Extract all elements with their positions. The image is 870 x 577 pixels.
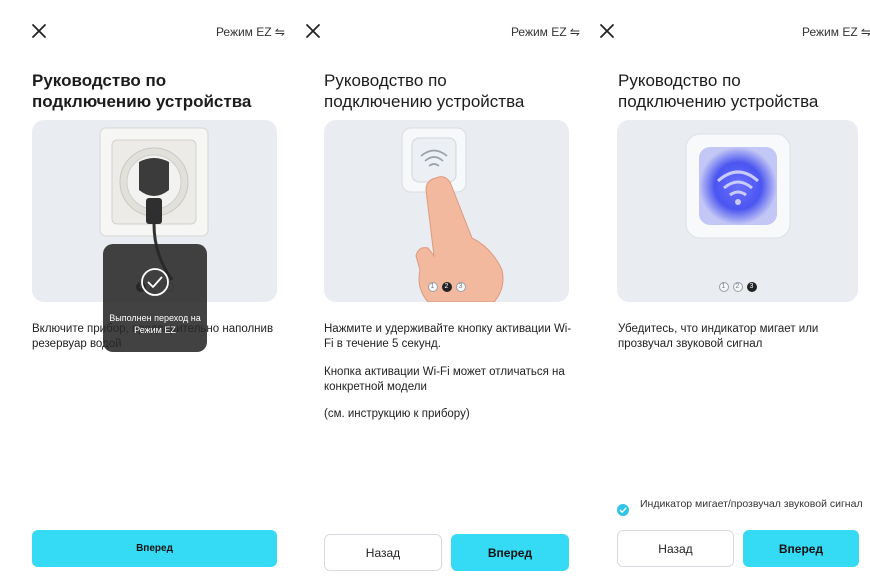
- wifi-button-illustration: 1 2 3: [324, 120, 569, 302]
- page-dot-2: 2: [732, 282, 743, 292]
- toast-message: Выполнен переход на Режим EZ: [109, 313, 201, 335]
- ez-mode-toggle[interactable]: Режим EZ ⇋: [802, 25, 870, 39]
- indicator-checkbox[interactable]: [617, 504, 629, 516]
- checkmark-circle-icon: [141, 268, 169, 296]
- model-note: Кнопка активации Wi-Fi может отличаться …: [324, 366, 565, 393]
- wifi-indicator-illustration: 1 2 3: [617, 120, 858, 302]
- pagination-dots: 1 2 3: [324, 282, 569, 292]
- guide-screen-step-1: Режим EZ ⇋ Руководство по подключению ус…: [0, 0, 292, 577]
- page-dot-1: 1: [427, 282, 438, 292]
- next-button[interactable]: Вперед: [743, 530, 859, 567]
- page-dot-2: 2: [441, 282, 452, 292]
- indicator-checkbox-label[interactable]: Индикатор мигает/прозвучал звуковой сигн…: [640, 498, 865, 510]
- back-button[interactable]: Назад: [617, 530, 734, 567]
- pagination-dots: 1 2 3: [617, 282, 858, 292]
- page-dot-3: 3: [455, 282, 466, 292]
- next-button[interactable]: Вперед: [32, 530, 277, 567]
- page-dot-1: 1: [718, 282, 729, 292]
- ez-mode-toast: Выполнен переход на Режим EZ: [103, 244, 207, 352]
- page-title: Руководство по подключению устройства: [32, 71, 252, 111]
- guide-screen-step-3: Режим EZ ⇋ Руководство по подключению ус…: [586, 0, 870, 577]
- page-title: Руководство по подключению устройства: [324, 71, 525, 111]
- check-icon: [619, 507, 627, 513]
- page-title: Руководство по подключению устройства: [618, 71, 819, 111]
- step-description: Нажмите и удерживайте кнопку активации W…: [324, 323, 572, 350]
- ez-mode-toggle[interactable]: Режим EZ ⇋: [216, 25, 285, 39]
- ez-mode-toggle[interactable]: Режим EZ ⇋: [511, 25, 580, 39]
- back-button[interactable]: Назад: [324, 534, 442, 571]
- manual-note: (см. инструкцию к прибору): [324, 408, 470, 420]
- step-description: Убедитесь, что индикатор мигает или проз…: [618, 323, 819, 350]
- close-icon[interactable]: [304, 22, 322, 40]
- close-icon[interactable]: [30, 22, 48, 40]
- next-button[interactable]: Вперед: [451, 534, 569, 571]
- page-dot-3: 3: [746, 282, 757, 292]
- guide-screen-step-2: Режим EZ ⇋ Руководство по подключению ус…: [292, 0, 586, 577]
- close-icon[interactable]: [598, 22, 616, 40]
